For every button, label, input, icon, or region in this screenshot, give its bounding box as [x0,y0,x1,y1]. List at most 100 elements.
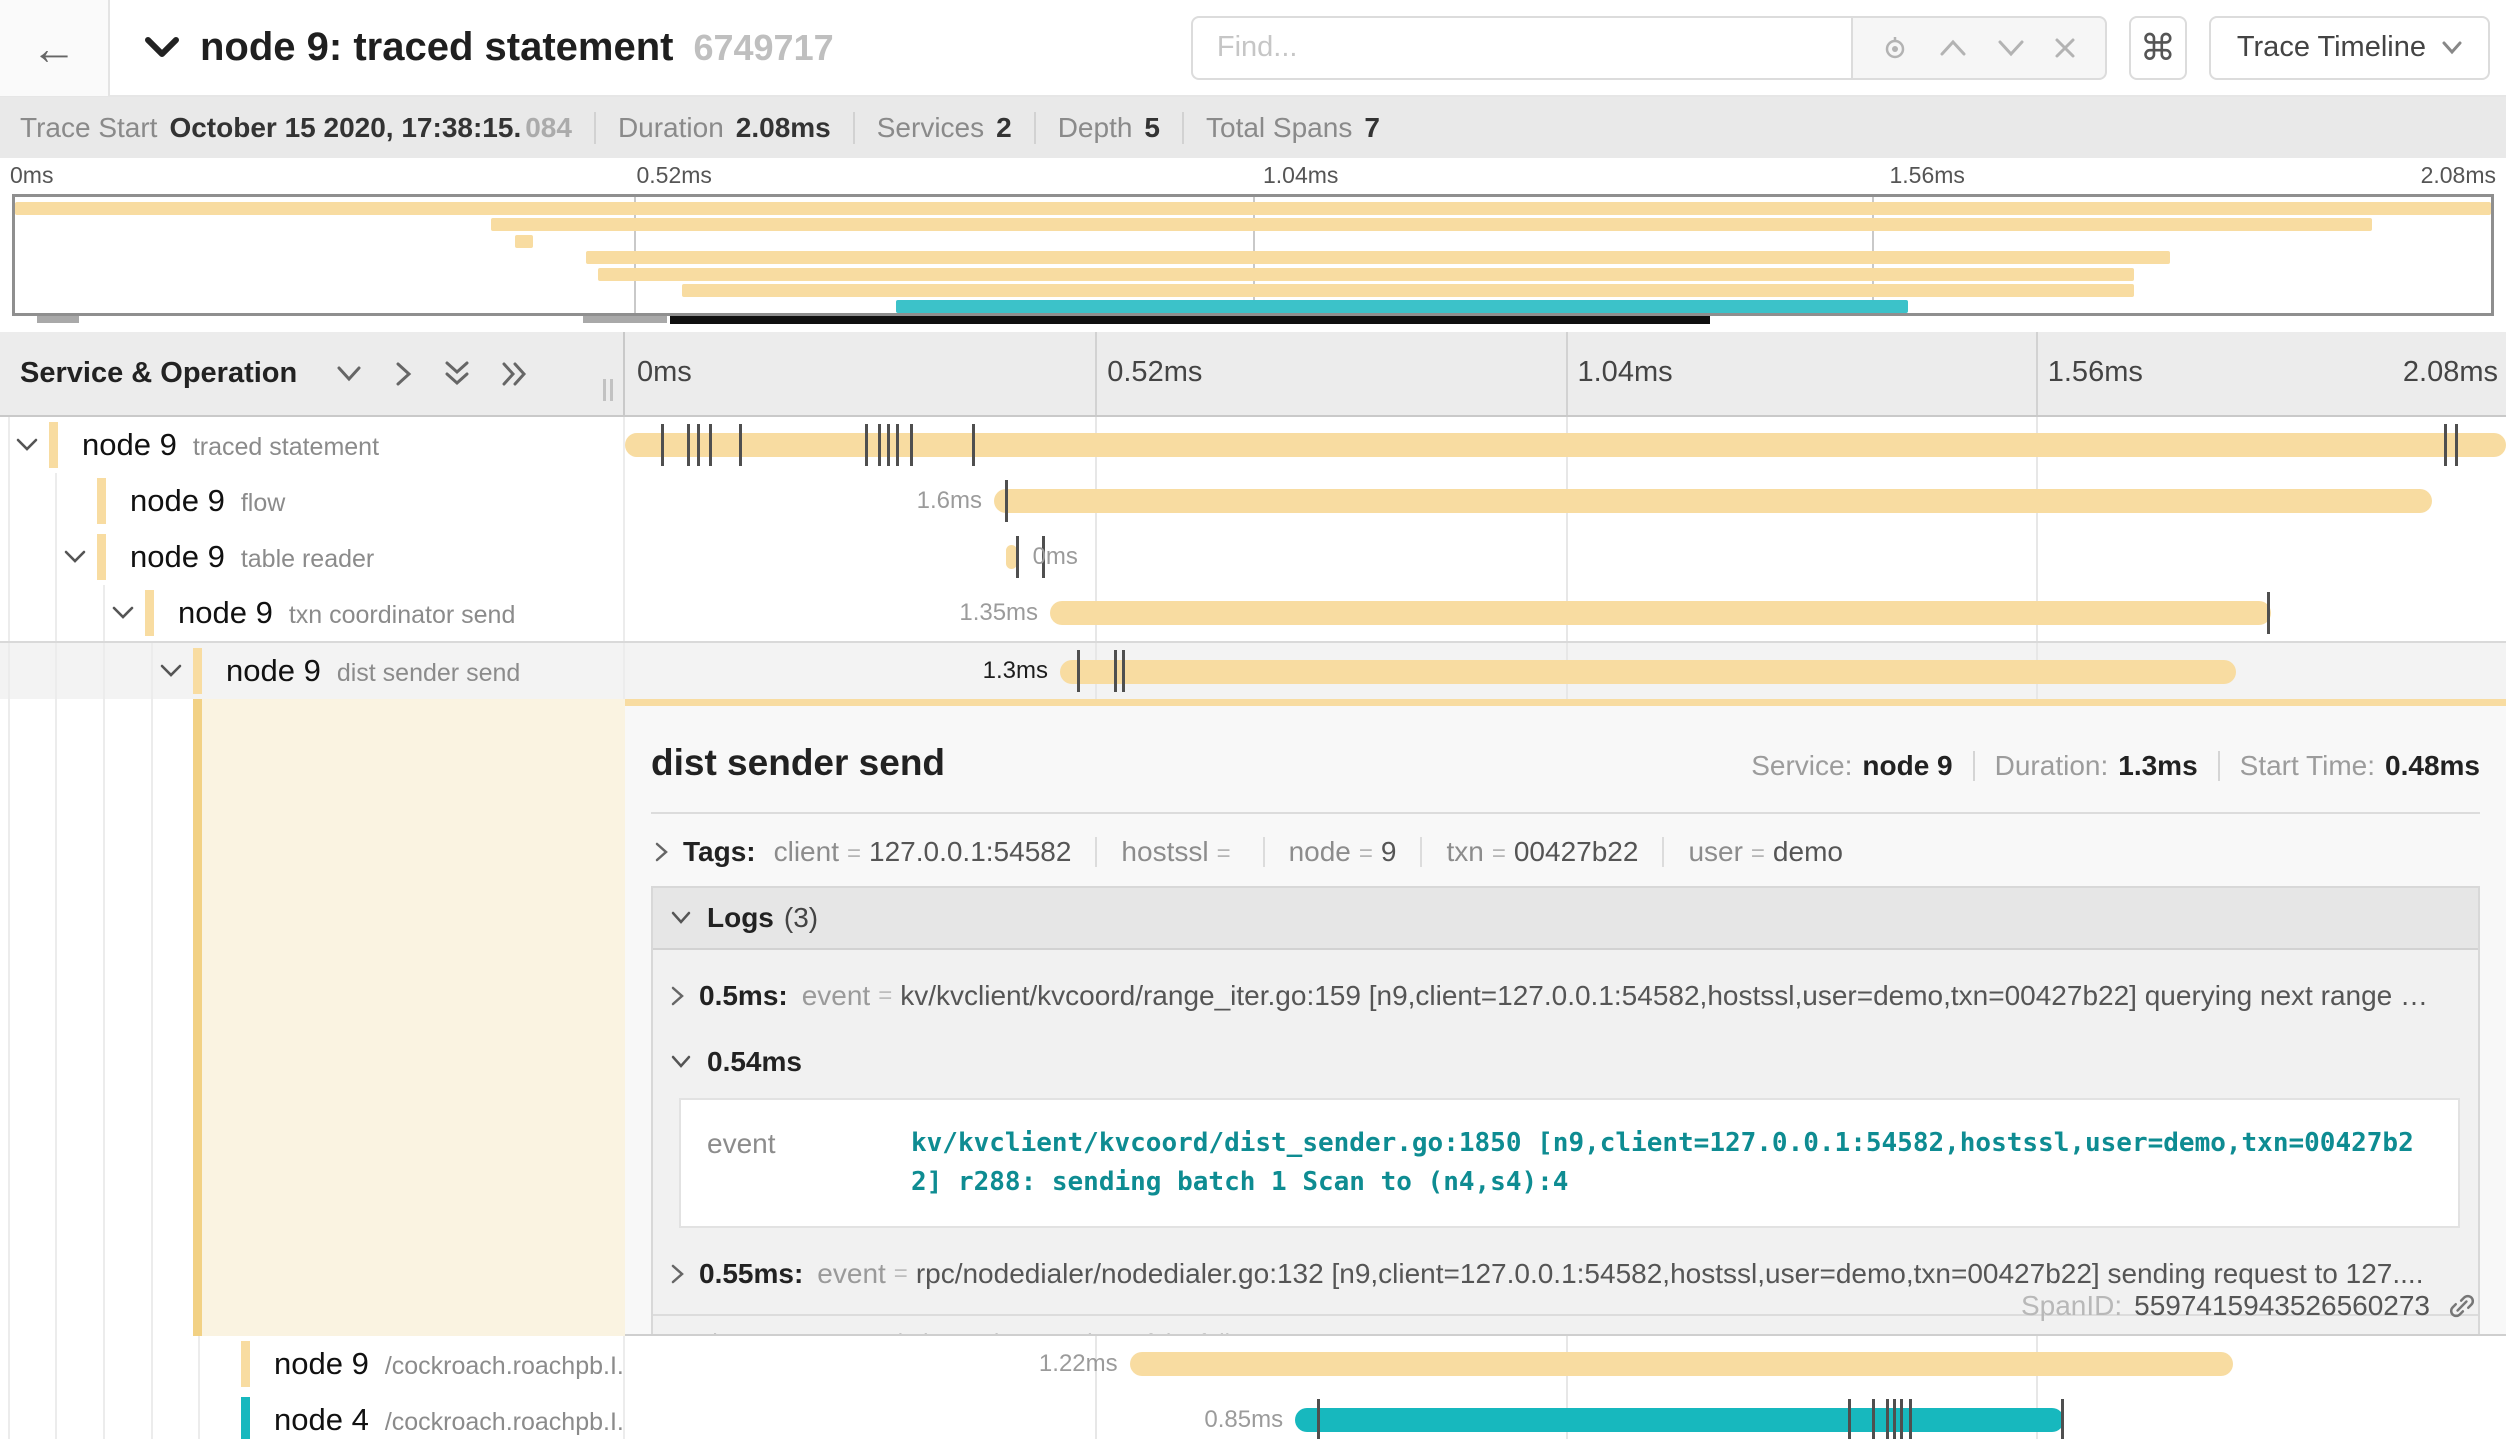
span-bar[interactable] [625,433,2506,457]
clear-search-icon[interactable] [2053,36,2077,60]
minimap-viewport-bar[interactable] [670,316,1710,324]
log-marker-tick [1900,1399,1903,1439]
next-result-icon[interactable] [1996,38,2026,58]
span-row[interactable]: node 9 flow 1.6ms [0,473,2506,529]
span-timeline-cell[interactable]: 1.22ms [625,1336,2506,1392]
log-marker-tick [1893,1399,1896,1439]
tree-guide-line [103,699,105,1336]
span-duration-label: 1.3ms [983,643,1048,699]
tag-separator [1662,837,1664,867]
log-entry[interactable]: 0.5ms: event = kv/kvclient/kvcoord/range… [653,960,2478,1032]
span-bar[interactable] [1295,1408,2064,1432]
trace-view-select[interactable]: Trace Timeline [2209,16,2490,80]
span-row[interactable]: node 9dist sender send 1.3ms [0,641,2506,699]
expand-all-icon[interactable] [501,360,529,388]
chevron-down-icon [110,604,136,622]
tree-guide-line [103,643,105,699]
timeline-gridline [1095,529,1097,585]
span-timeline-cell[interactable]: 0ms [625,529,2506,585]
log-marker-tick [1909,1399,1912,1439]
summary-item: Trace StartOctober 15 2020, 17:38:15.084 [20,112,572,144]
trace-title-wrap: node 9: traced statement 6749717 [144,25,1191,70]
span-timeline-cell[interactable] [625,417,2506,473]
keyboard-shortcuts-button[interactable]: ⌘ [2129,16,2187,80]
span-row[interactable]: node 9traced statement [0,417,2506,473]
prev-result-icon[interactable] [1938,38,1968,58]
tree-guide-line [198,1336,200,1392]
expand-one-icon[interactable] [393,360,413,388]
minimap-scrub-strip[interactable] [12,316,2494,328]
span-name-cell[interactable]: node 9 flow [0,473,625,529]
operation-name: /cockroach.roachpb.I... [385,1352,625,1381]
log-marker-tick [709,424,712,466]
span-toggle-icon[interactable] [110,604,136,622]
back-button[interactable]: ← [0,0,110,96]
span-name-cell[interactable]: node 9txn coordinator send [0,585,625,641]
span-row[interactable]: node 9table reader0ms [0,529,2506,585]
tree-guide-line [198,1392,200,1439]
tree-guide-line [103,1336,105,1392]
locate-icon[interactable] [1880,33,1910,63]
span-toggle-icon[interactable] [62,548,88,566]
operation-name: flow [241,489,285,518]
span-toggle-icon[interactable] [158,662,184,680]
log-marker-tick [1016,536,1019,578]
minimap-drag-handle[interactable] [37,316,79,323]
span-name-cell[interactable]: node 9/cockroach.roachpb.I... [0,1336,625,1392]
detail-span-title: dist sender send [651,742,1751,784]
tag-item: txn=00427b22 [1446,836,1638,868]
span-name-cell[interactable]: node 4/cockroach.roachpb.I... [0,1392,625,1439]
link-icon[interactable] [2446,1290,2478,1322]
log-marker-tick [2061,1399,2064,1439]
span-name-cell[interactable]: node 9traced statement [0,417,625,473]
service-name: node 9 [178,595,273,631]
log-marker-tick [2455,424,2458,466]
tree-guide-line [8,1392,10,1439]
log-entry-expanded[interactable]: 0.54ms [653,1032,2478,1084]
tags-row[interactable]: Tags: client=127.0.0.1:54582hostssl=node… [653,836,2480,868]
command-icon: ⌘ [2140,27,2176,69]
chevron-down-icon[interactable] [144,35,180,61]
span-bar[interactable] [994,489,2432,513]
span-timeline-cell[interactable]: 1.6ms [625,473,2506,529]
span-detail-panel: dist sender send Service:node 9 Duration… [625,699,2506,1336]
span-bar[interactable] [1006,545,1017,569]
service-name: node 9 [274,1346,369,1382]
start-time-value: 0.48ms [2385,750,2480,782]
tag-key: node [1289,836,1351,868]
span-name-cell[interactable]: node 9table reader [0,529,625,585]
collapse-one-icon[interactable] [335,364,363,384]
span-rows: node 9traced statementnode 9flow1.6msnod… [0,417,2506,699]
logs-header[interactable]: Logs (3) [653,888,2478,950]
tag-item: hostssl= [1121,836,1238,868]
tree-guide-line [55,473,57,529]
tag-separator [1263,837,1265,867]
span-row[interactable]: node 9/cockroach.roachpb.I...1.22ms [0,1336,2506,1392]
minimap-drag-handle[interactable] [583,316,667,323]
span-timeline-cell[interactable]: 0.85ms [625,1392,2506,1439]
span-timeline-cell[interactable]: 1.35ms [625,585,2506,641]
span-row[interactable]: node 4/cockroach.roachpb.I...0.85ms [0,1392,2506,1439]
tag-value: 00427b22 [1514,836,1639,868]
tag-value: 127.0.0.1:54582 [869,836,1071,868]
span-name: node 4/cockroach.roachpb.I... [274,1402,625,1438]
span-bar[interactable] [1060,660,2236,684]
span-toggle-icon[interactable] [14,436,40,454]
duration-value: 1.3ms [2118,750,2197,782]
span-timeline-cell[interactable]: 1.3ms [625,643,2506,699]
span-name: node 9txn coordinator send [178,595,515,631]
collapse-all-icon[interactable] [443,360,471,388]
trace-id: 6749717 [693,27,833,69]
tree-guide-line [151,1336,153,1392]
span-duration-label: 1.35ms [959,585,1038,641]
minimap-span-bar [682,284,2134,297]
span-bar[interactable] [1050,601,2271,625]
column-resizer-grip[interactable] [603,379,613,401]
span-row[interactable]: node 9txn coordinator send 1.35ms [0,585,2506,641]
span-name-cell[interactable]: node 9dist sender send [0,643,625,699]
summary-separator [1182,112,1184,144]
service-name: node 9 [130,483,225,519]
span-bar[interactable] [1130,1352,2233,1376]
trace-minimap[interactable] [12,194,2494,316]
find-input[interactable] [1191,16,1851,80]
